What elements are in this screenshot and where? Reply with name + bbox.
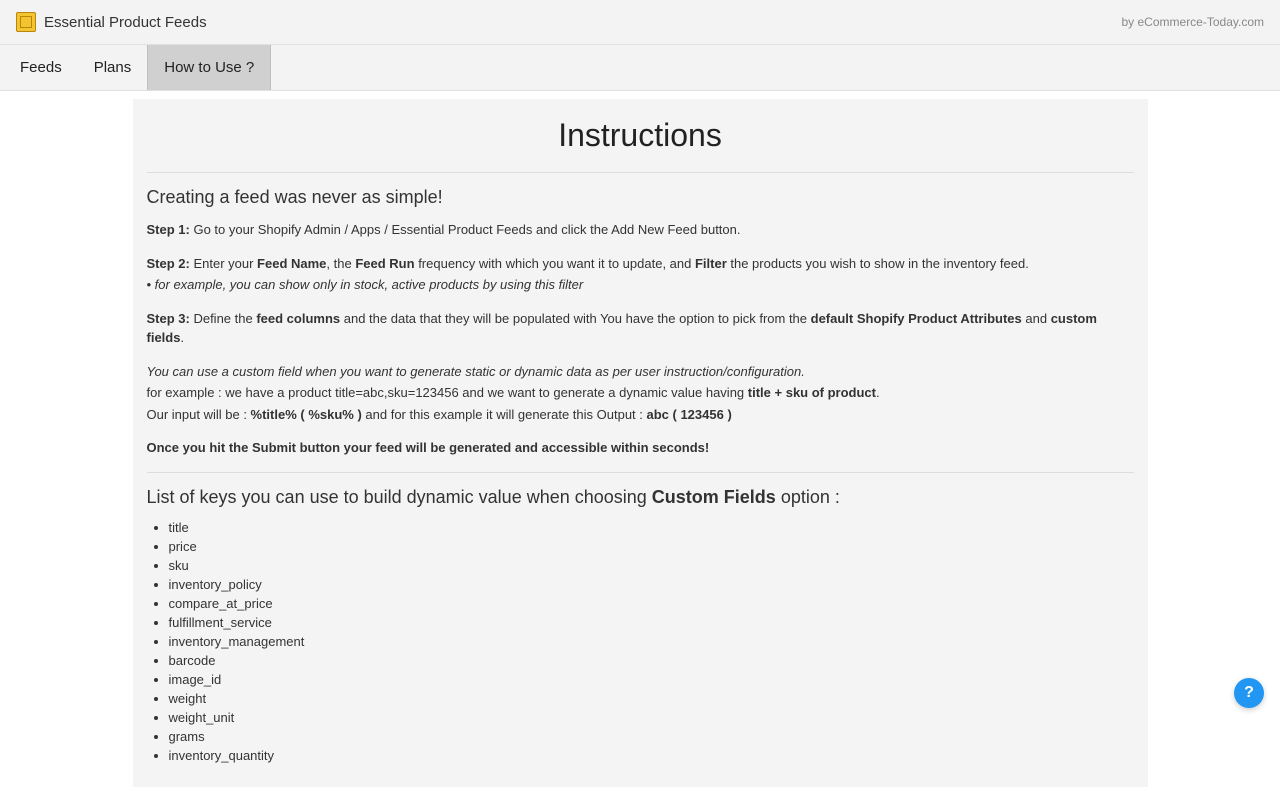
header-left: Essential Product Feeds <box>16 12 207 32</box>
step-1: Step 1: Go to your Shopify Admin / Apps … <box>147 220 1134 240</box>
keys-heading: List of keys you can use to build dynami… <box>147 487 1134 508</box>
list-item: sku <box>169 558 1134 573</box>
step-3-label: Step 3: <box>147 311 190 326</box>
keys-list: title price sku inventory_policy compare… <box>147 520 1134 763</box>
instructions-panel: Instructions Creating a feed was never a… <box>133 99 1148 787</box>
list-item: image_id <box>169 672 1134 687</box>
list-item: inventory_quantity <box>169 748 1134 763</box>
list-item: price <box>169 539 1134 554</box>
divider <box>147 172 1134 173</box>
list-item: weight_unit <box>169 710 1134 725</box>
divider <box>147 472 1134 473</box>
tab-how-to-use[interactable]: How to Use ? <box>147 45 271 90</box>
content-area: Instructions Creating a feed was never a… <box>0 91 1280 787</box>
byline: by eCommerce-Today.com <box>1122 15 1265 29</box>
list-item: fulfillment_service <box>169 615 1134 630</box>
step-2: Step 2: Enter your Feed Name, the Feed R… <box>147 254 1134 274</box>
app-title: Essential Product Feeds <box>44 14 207 31</box>
step-2-label: Step 2: <box>147 256 190 271</box>
tab-feeds[interactable]: Feeds <box>4 45 78 90</box>
app-header: Essential Product Feeds by eCommerce-Tod… <box>0 0 1280 45</box>
list-item: inventory_policy <box>169 577 1134 592</box>
subheading-creating: Creating a feed was never as simple! <box>147 187 1134 208</box>
list-item: title <box>169 520 1134 535</box>
list-item: compare_at_price <box>169 596 1134 611</box>
tab-bar: Feeds Plans How to Use ? <box>0 45 1280 91</box>
custom-field-intro: You can use a custom field when you want… <box>147 362 1134 382</box>
custom-field-example-2: Our input will be : %title% ( %sku% ) an… <box>147 405 1134 425</box>
page-title: Instructions <box>147 117 1134 154</box>
list-item: weight <box>169 691 1134 706</box>
step-1-text: Go to your Shopify Admin / Apps / Essent… <box>190 222 741 237</box>
custom-field-example-1: for example : we have a product title=ab… <box>147 383 1134 403</box>
tab-plans[interactable]: Plans <box>78 45 148 90</box>
step-3: Step 3: Define the feed columns and the … <box>147 309 1134 348</box>
app-icon <box>16 12 36 32</box>
step-1-label: Step 1: <box>147 222 190 237</box>
step-2-example: • for example, you can show only in stoc… <box>147 275 1134 295</box>
list-item: barcode <box>169 653 1134 668</box>
help-icon[interactable]: ? <box>1234 678 1264 708</box>
submit-note: Once you hit the Submit button your feed… <box>147 438 1134 458</box>
list-item: grams <box>169 729 1134 744</box>
list-item: inventory_management <box>169 634 1134 649</box>
